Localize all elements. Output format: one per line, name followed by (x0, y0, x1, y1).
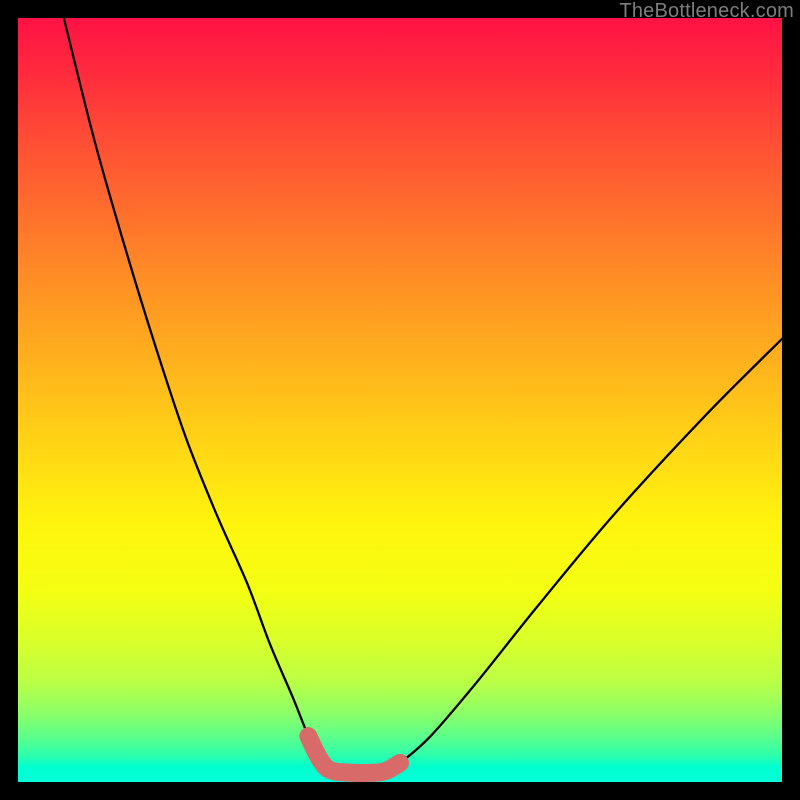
plot-area (18, 18, 782, 782)
curve-layer (18, 18, 782, 782)
bottleneck-curve (64, 18, 782, 773)
outer-frame: TheBottleneck.com (0, 0, 800, 800)
optimal-range-highlight (308, 736, 400, 773)
